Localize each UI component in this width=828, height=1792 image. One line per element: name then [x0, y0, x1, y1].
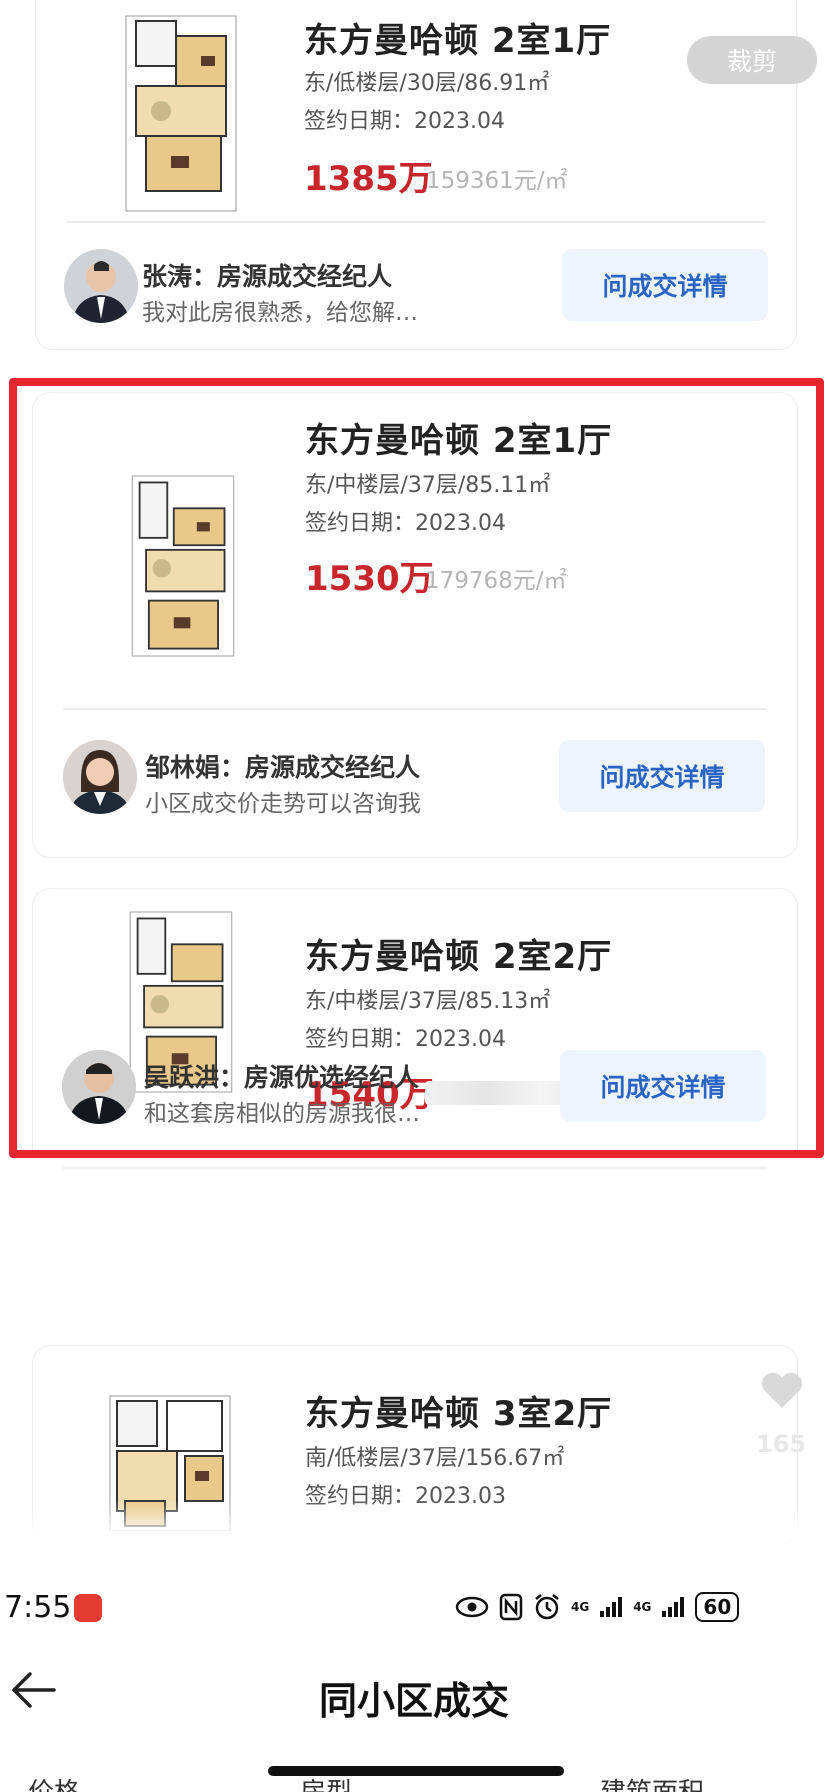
listing-title: 东方曼哈顿 3室2厅: [305, 1394, 613, 1434]
agent-name: 张涛：房源成交经纪人: [142, 262, 393, 291]
divider: [66, 221, 766, 223]
agent-row-card3[interactable]: 吴跃洪：房源优选经纪人 和这套房相似的房源我很… 问成交详情: [32, 1028, 798, 1138]
agent-avatar: [64, 249, 138, 323]
filter-price[interactable]: 价格: [28, 1772, 80, 1792]
content-fade: [0, 1500, 828, 1540]
page-title: 同小区成交: [318, 1679, 509, 1723]
listing-meta: 南/低楼层/37层/156.67㎡: [305, 1446, 565, 1471]
like-count: 165: [756, 1430, 807, 1458]
listing-card[interactable]: 东方曼哈顿 2室1厅 东/低楼层/30层/86.91㎡ 签约日期：2023.04…: [35, 0, 797, 350]
agent-message: 和这套房相似的房源我很…: [144, 1101, 420, 1127]
ask-deal-details-button[interactable]: 问成交详情: [560, 1050, 766, 1122]
nfc-icon: [499, 1593, 523, 1621]
signal-label: 4G: [571, 1600, 590, 1614]
sign-date: 签约日期：2023.04: [304, 109, 505, 134]
signal-label: 4G: [633, 1600, 652, 1614]
alarm-icon: [535, 1594, 559, 1620]
total-price: 1385万: [304, 159, 433, 199]
agent-name: 吴跃洪：房源优选经纪人: [144, 1063, 420, 1092]
filter-area[interactable]: 建筑面积: [600, 1772, 704, 1792]
unit-price: 159361元/㎡: [426, 168, 568, 194]
home-indicator[interactable]: [268, 1766, 564, 1776]
app-notification-icon: [74, 1594, 102, 1622]
agent-row[interactable]: [32, 1168, 798, 1169]
status-time: 7:55: [4, 1590, 72, 1625]
agent-row[interactable]: [32, 1168, 798, 1278]
floorplan-image: [125, 15, 237, 212]
listing-title: 东方曼哈顿 2室1厅: [304, 21, 612, 61]
crop-button[interactable]: 裁剪: [687, 36, 817, 84]
nav-bar: 同小区成交: [0, 1640, 828, 1760]
agent-row[interactable]: 张涛：房源成交经纪人 我对此房很熟悉，给您解… 问成交详情: [36, 231, 796, 341]
listing-meta: 东/低楼层/30层/86.91㎡: [304, 71, 550, 96]
signal-icon: [600, 1597, 623, 1617]
agent-avatar: [62, 1050, 136, 1124]
eye-icon: [455, 1596, 489, 1618]
agent-message: 我对此房很熟悉，给您解…: [142, 300, 418, 326]
heart-icon[interactable]: [760, 1370, 804, 1410]
status-icons: 4G 4G 60: [455, 1592, 740, 1622]
ask-deal-details-button[interactable]: 问成交详情: [562, 249, 768, 321]
signal-icon: [662, 1597, 685, 1617]
battery-indicator: 60: [695, 1592, 740, 1622]
status-bar: 7:55 4G 4G 60: [0, 1580, 828, 1640]
